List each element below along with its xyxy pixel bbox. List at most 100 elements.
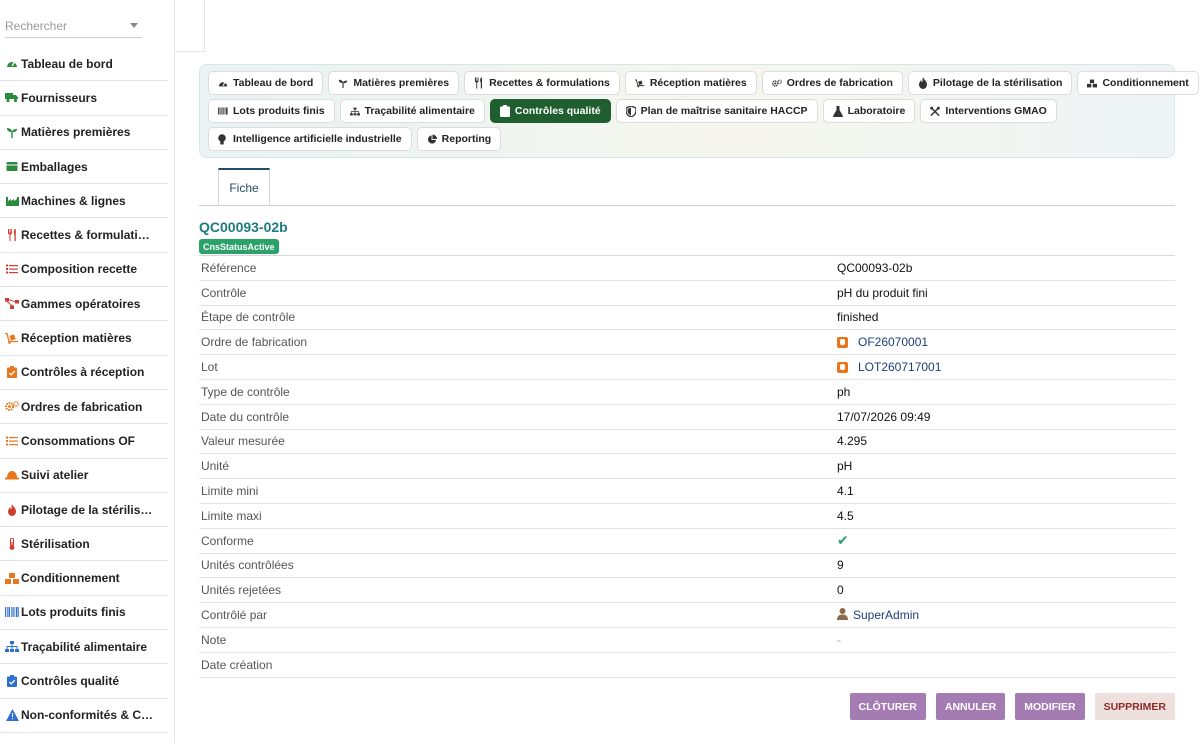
field-label: Unités rejetées	[201, 583, 282, 598]
module-tab[interactable]: Ordres de fabrication	[761, 71, 903, 95]
module-tab[interactable]: Contrôles qualité	[489, 99, 611, 123]
sidebar-item-0[interactable]: Tableau de bord	[0, 47, 168, 82]
field-label: Conforme	[201, 533, 254, 548]
field-row: Unités rejetées 0	[199, 578, 1175, 604]
module-tab-label: Pilotage de la stérilisation	[932, 77, 1063, 89]
module-tab[interactable]: Reporting	[416, 127, 502, 151]
gears-icon	[771, 78, 782, 88]
sidebar-item-5[interactable]: Recettes & formulati…	[0, 218, 168, 253]
field-label: Valeur mesurée	[201, 434, 285, 449]
field-row: Type de contrôle ph	[199, 380, 1175, 405]
module-tab-label: Ordres de fabrication	[786, 77, 893, 89]
field-label: Limite maxi	[201, 508, 262, 523]
sidebar-item-1[interactable]: Fournisseurs	[0, 81, 168, 116]
module-tab-label: Traçabilité alimentaire	[364, 105, 475, 117]
sidebar-item-14[interactable]: Stérilisation	[0, 527, 168, 562]
sidebar: Rechercher Tableau de bord Fournisseurs Ma…	[0, 0, 175, 743]
sidebar-item-12[interactable]: Suivi atelier	[0, 459, 168, 493]
sidebar-item-2[interactable]: Matières premières	[0, 116, 168, 150]
field-label: Étape de contrôle	[201, 310, 296, 325]
module-tab[interactable]: Plan de maîtrise sanitaire HACCP	[615, 99, 818, 123]
user-link[interactable]: SuperAdmin	[837, 607, 919, 623]
sidebar-item-label: Tableau de bord	[21, 56, 113, 71]
field-value-text: 4.295	[837, 434, 868, 449]
field-link[interactable]: LOT260717001	[837, 360, 941, 374]
sidebar-item-label: Fournisseurs	[21, 90, 98, 105]
search-select[interactable]: Rechercher	[5, 14, 142, 38]
edit-button[interactable]: MODIFIER	[1015, 693, 1085, 720]
close-record-button[interactable]: CLÔTURER	[849, 693, 926, 720]
sidebar-item-label: Machines & lignes	[21, 193, 126, 208]
module-tab[interactable]: Pilotage de la stérilisation	[907, 71, 1073, 95]
field-value: ph	[837, 385, 850, 399]
sidebar-item-label: Contrôles qualité	[21, 673, 120, 688]
sitemap-icon	[349, 106, 360, 116]
sidebar-item-label: Composition recette	[21, 262, 138, 277]
field-link-text: OF26070001	[858, 335, 929, 350]
sidebar-item-label: Contrôles à réception	[21, 365, 145, 380]
module-tab-label: Intelligence artificielle industrielle	[233, 133, 402, 145]
module-tab[interactable]: Conditionnement	[1077, 71, 1199, 95]
cancel-button[interactable]: ANNULER	[935, 693, 1006, 720]
sidebar-item-9[interactable]: Contrôles à réception	[0, 356, 168, 390]
field-value: -	[837, 633, 841, 647]
module-tab-label: Tableau de bord	[233, 77, 314, 89]
field-link-text: LOT260717001	[858, 360, 942, 375]
sidebar-item-10[interactable]: Ordres de fabrication	[0, 390, 168, 425]
module-tabs: Tableau de bord Matières premières Recette…	[199, 64, 1199, 158]
module-tab[interactable]: Laboratoire	[822, 99, 916, 123]
field-label: Référence	[201, 260, 257, 275]
sidebar-item-6[interactable]: Composition recette	[0, 253, 168, 288]
box-icon	[5, 161, 19, 173]
module-tab-label: Conditionnement	[1102, 77, 1189, 89]
module-tab[interactable]: Réception matières	[624, 71, 757, 95]
sidebar-item-7[interactable]: Gammes opératoires	[0, 287, 168, 322]
field-value: 9	[837, 558, 844, 572]
sidebar-item-label: Gammes opératoires	[21, 296, 141, 311]
field-label: Contrôlé par	[201, 608, 268, 623]
module-tab[interactable]: Intelligence artificielle industrielle	[208, 127, 412, 151]
sidebar-item-11[interactable]: Consommations OF	[0, 424, 168, 459]
module-tab[interactable]: Tableau de bord	[208, 71, 324, 95]
search-placeholder: Rechercher	[5, 18, 68, 33]
module-tab[interactable]: Recettes & formulations	[464, 71, 620, 95]
sidebar-item-label: Traçabilité alimentaire	[21, 639, 148, 654]
flow-icon	[5, 298, 19, 310]
field-label: Date création	[201, 657, 273, 672]
field-row: Ordre de fabrication OF26070001	[199, 330, 1175, 356]
module-tab[interactable]: Lots produits finis	[208, 99, 335, 123]
field-link[interactable]: OF26070001	[837, 335, 928, 349]
sidebar-item-15[interactable]: Conditionnement	[0, 561, 168, 596]
field-value-text: ph	[837, 384, 851, 399]
clipboard-check-icon	[499, 105, 510, 117]
sidebar-item-8[interactable]: Réception matières	[0, 321, 168, 356]
gears-icon	[5, 401, 19, 413]
clipboard-check-icon	[5, 366, 19, 379]
module-tab[interactable]: Matières premières	[328, 71, 460, 95]
field-value-text: -	[837, 632, 841, 647]
sidebar-item-label: Conditionnement	[21, 571, 120, 586]
sidebar-item-17[interactable]: Traçabilité alimentaire	[0, 630, 168, 665]
module-tab[interactable]: Interventions GMAO	[920, 99, 1057, 123]
sidebar-item-16[interactable]: Lots produits finis	[0, 596, 168, 631]
status-badge: CnsStatusActive	[199, 239, 279, 254]
module-tab-label: Laboratoire	[847, 105, 906, 117]
tab-fiche[interactable]: Fiche	[218, 168, 270, 206]
chevron-down-icon[interactable]	[130, 23, 138, 28]
field-row: Date création	[199, 653, 1175, 678]
field-row: Conforme ✔	[199, 529, 1175, 554]
field-label: Unité	[201, 459, 230, 474]
delete-button[interactable]: SUPPRIMER	[1094, 693, 1175, 720]
module-tab[interactable]: Traçabilité alimentaire	[339, 99, 485, 123]
sidebar-item-18[interactable]: Contrôles qualité	[0, 664, 168, 699]
field-row: Référence QC00093-02b	[199, 256, 1175, 281]
sidebar-item-19[interactable]: Non-conformités & C…	[0, 699, 168, 733]
module-tab-label: Reporting	[441, 133, 492, 145]
sidebar-item-3[interactable]: Emballages	[0, 150, 168, 185]
field-value-text: 0	[837, 583, 844, 598]
list-icon	[5, 435, 19, 447]
boxes-icon	[1087, 78, 1098, 88]
sidebar-item-4[interactable]: Machines & lignes	[0, 184, 168, 219]
gauge-icon	[218, 78, 228, 88]
sidebar-item-13[interactable]: Pilotage de la stérilis…	[0, 493, 168, 528]
